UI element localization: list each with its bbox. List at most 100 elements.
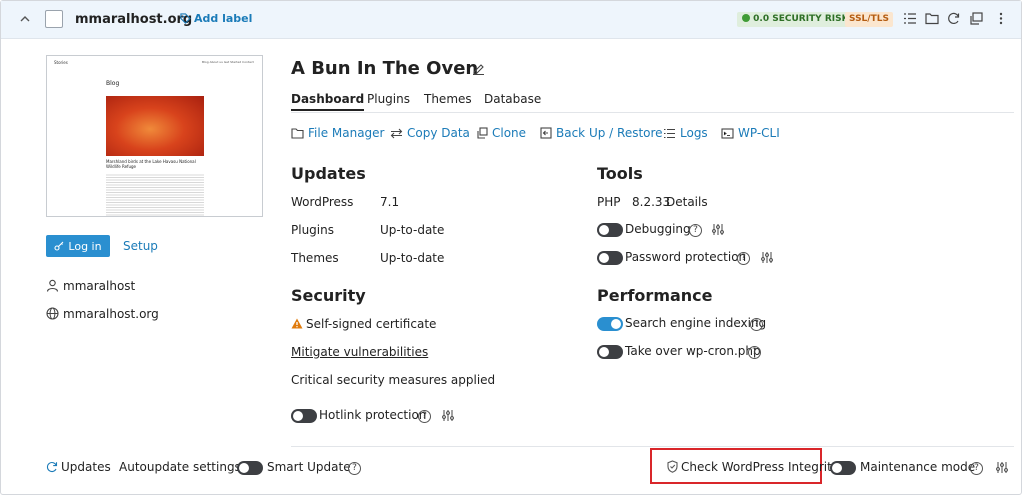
help-icon[interactable]: ? [737,252,750,265]
hotlink-protection-toggle[interactable] [291,409,317,423]
domain-name[interactable]: mmaralhost.org [75,12,192,27]
copy-icon[interactable] [969,12,983,25]
maintenance-mode-toggle[interactable] [830,461,856,475]
preview-hero-image [106,96,204,156]
file-manager-label: File Manager [308,126,385,140]
footer-divider [291,446,1014,447]
help-icon[interactable]: ? [748,346,761,359]
updates-row-name: WordPress [291,195,354,209]
smart-update-toggle[interactable] [237,461,263,475]
pencil-icon[interactable] [472,62,485,75]
check-circle-icon [742,14,750,22]
smart-update-label: Smart Update [267,460,351,474]
security-heading: Security [291,286,366,305]
tab-themes[interactable]: Themes [424,92,472,106]
folder-icon [291,127,304,139]
password-protection-toggle[interactable] [597,251,623,265]
logs-label: Logs [680,126,708,140]
security-risk-text: 0.0 SECURITY RISK [753,14,849,24]
user-icon [46,279,59,292]
list-icon[interactable] [903,12,917,25]
help-icon[interactable]: ? [970,462,983,475]
security-risk-badge[interactable]: 0.0 SECURITY RISK [737,12,854,27]
updates-row-name: Plugins [291,223,334,237]
php-label: PHP [597,195,621,209]
updates-row-name: Themes [291,251,339,265]
help-icon[interactable]: ? [348,462,361,475]
file-manager-button[interactable]: File Manager [291,126,385,140]
preview-heading: Blog [106,80,120,87]
owner-site: mmaralhost.org [63,307,159,321]
clone-button[interactable]: Clone [476,126,526,140]
preview-body-text [106,173,204,216]
updates-row-value[interactable]: 7.1 [380,195,399,209]
search-engine-indexing-toggle[interactable] [597,317,623,331]
updates-row-value: Up-to-date [380,251,445,265]
refresh-icon [46,461,58,473]
tab-dashboard[interactable]: Dashboard [291,92,365,111]
backup-restore-button[interactable]: Back Up / Restore [540,126,663,140]
hotlink-protection-label: Hotlink protection [319,408,427,422]
chevron-up-icon[interactable] [20,14,30,24]
search-engine-indexing-label: Search engine indexing [625,316,767,330]
wp-cron-label: Take over wp-cron.php [625,344,761,358]
setup-link[interactable]: Setup [123,239,158,253]
settings-sliders-icon[interactable] [442,409,454,422]
backup-restore-label: Back Up / Restore [556,126,663,140]
performance-heading: Performance [597,286,713,305]
tools-heading: Tools [597,164,643,183]
select-checkbox[interactable] [45,10,63,28]
preview-post-title: Marshland birds at the Lake Havasu Natio… [106,159,196,169]
more-icon[interactable] [999,12,1003,25]
shield-icon [667,460,678,473]
autoupdate-settings-link[interactable]: Autoupdate settings [119,460,241,474]
maintenance-mode-label: Maintenance mode [860,460,976,474]
check-wordpress-integrity-link[interactable]: Check WordPress Integrity [681,460,839,474]
clone-icon [476,127,488,139]
help-icon[interactable]: ? [418,410,431,423]
debugging-toggle[interactable] [597,223,623,237]
login-icon [54,241,64,251]
mitigate-vulnerabilities-link[interactable]: Mitigate vulnerabilities [291,345,428,359]
add-label-link[interactable]: Add label [194,12,252,25]
password-protection-label: Password protection [625,250,747,264]
updates-link[interactable]: Updates [61,460,111,474]
security-warning: Self-signed certificate [306,317,437,331]
backup-icon [540,127,552,139]
tag-icon [180,13,191,24]
login-button[interactable]: Log in [46,235,110,257]
security-measures-link[interactable]: Critical security measures applied [291,373,495,387]
php-version: 8.2.33 [632,195,671,209]
site-title: A Bun In The Oven [291,58,479,79]
updates-row-value: Up-to-date [380,223,445,237]
help-icon[interactable]: ? [689,224,702,237]
logs-button[interactable]: Logs [663,126,708,140]
tabs-divider [291,112,1014,113]
logs-icon [663,128,676,139]
copy-data-button[interactable]: Copy Data [390,126,470,140]
warning-icon [291,318,303,329]
settings-sliders-icon[interactable] [761,251,773,264]
copy-data-label: Copy Data [407,126,470,140]
owner-username: mmaralhost [63,279,136,293]
terminal-icon [721,127,734,139]
folder-icon[interactable] [925,12,939,25]
help-icon[interactable]: ? [750,318,763,331]
globe-icon [46,307,59,320]
ssl-badge[interactable]: SSL/TLS [845,12,893,27]
settings-sliders-icon[interactable] [996,461,1008,474]
wp-cron-toggle[interactable] [597,345,623,359]
tab-database[interactable]: Database [484,92,541,106]
preview-site-name: Stories [54,60,68,65]
copy-data-icon [390,128,403,139]
clone-label: Clone [492,126,527,140]
login-label: Log in [68,239,102,253]
refresh-icon[interactable] [947,12,961,25]
updates-heading: Updates [291,164,366,183]
tab-plugins[interactable]: Plugins [367,92,410,106]
site-preview-thumbnail[interactable]: Stories Blog About us Get Started Contac… [46,55,263,217]
wp-cli-button[interactable]: WP-CLI [721,126,780,140]
preview-nav: Blog About us Get Started Contact [202,60,254,64]
php-details-link[interactable]: Details [666,195,708,209]
settings-sliders-icon[interactable] [712,223,724,236]
